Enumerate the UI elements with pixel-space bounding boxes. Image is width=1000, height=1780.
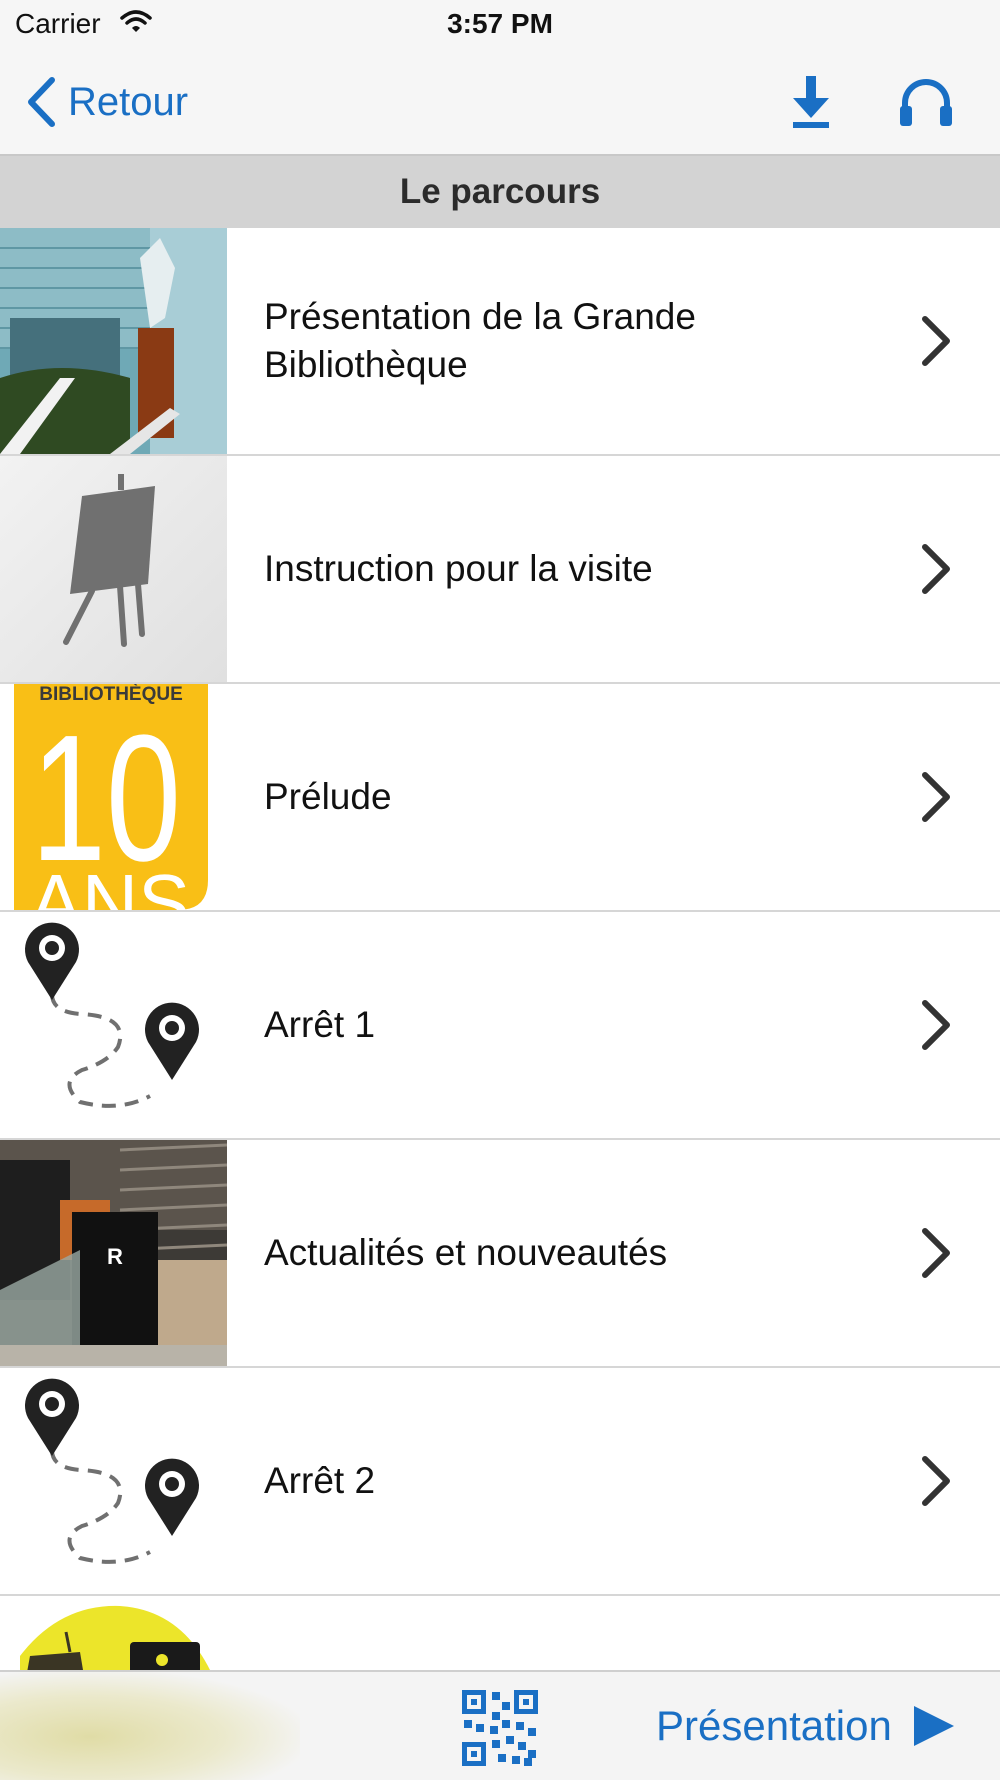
qr-code-icon[interactable] (462, 1690, 538, 1771)
list-item-actualites[interactable]: R Actualités et nouveautés (0, 1140, 1000, 1368)
chevron-right-icon (922, 316, 950, 366)
list-item-presentation[interactable]: Présentation de la Grande Bibliothèque (0, 228, 1000, 456)
list-item-instruction[interactable]: Instruction pour la visite (0, 456, 1000, 684)
chevron-right-icon (922, 772, 950, 822)
status-bar: Carrier 3:57 PM (0, 0, 1000, 50)
list-item-title: Arrêt 2 (264, 1460, 376, 1501)
headphones-icon[interactable] (898, 76, 954, 133)
list-item-arret-2[interactable]: Arrêt 2 (0, 1368, 1000, 1596)
list-item-title: Présentation de la Grande Bibliothèque (264, 296, 696, 385)
chevron-left-icon (28, 77, 55, 127)
list-item-partial[interactable] (0, 1596, 1000, 1670)
10-ans-logo-thumbnail: BIBLIOTHÈQUE 10 ANS (0, 684, 227, 910)
sign-letter: R (107, 1244, 123, 1269)
chevron-right-icon (922, 1456, 950, 1506)
list-item-title: Instruction pour la visite (264, 548, 653, 589)
list-item-title (264, 1596, 884, 1670)
next-label: Présentation (656, 1702, 892, 1749)
list-item-arret-1[interactable]: Arrêt 1 (0, 912, 1000, 1140)
yellow-illustration-thumbnail (0, 1596, 227, 1670)
section-header: Le parcours (0, 156, 1000, 228)
chevron-right-icon (922, 544, 950, 594)
route-pins-icon (0, 912, 227, 1138)
play-arrow-icon (913, 1706, 954, 1746)
clock: 3:57 PM (447, 8, 553, 39)
navigation-bar: Retour (0, 50, 1000, 156)
back-label: Retour (68, 79, 189, 124)
next-presentation-button[interactable]: Présentation (656, 1696, 956, 1756)
tour-stop-list[interactable]: Présentation de la Grande Bibliothèque I… (0, 228, 1000, 1670)
list-item-prelude[interactable]: BIBLIOTHÈQUE 10 ANS Prélude (0, 684, 1000, 912)
list-item-title: Arrêt 1 (264, 1004, 376, 1045)
easel-icon (0, 456, 227, 682)
chevron-right-icon (922, 1000, 950, 1050)
list-item-title: Prélude (264, 776, 392, 817)
logo-bottom-text: ANS (30, 858, 190, 910)
download-icon[interactable] (790, 74, 832, 135)
bottom-toolbar: Présentation (0, 1670, 1000, 1780)
chevron-right-icon (922, 1228, 950, 1278)
back-button[interactable]: Retour (26, 74, 188, 130)
interior-photo-thumbnail: R (0, 1140, 227, 1366)
building-photo-thumbnail (0, 228, 227, 454)
route-pins-icon (0, 1368, 227, 1594)
list-item-title: Actualités et nouveautés (264, 1232, 668, 1273)
